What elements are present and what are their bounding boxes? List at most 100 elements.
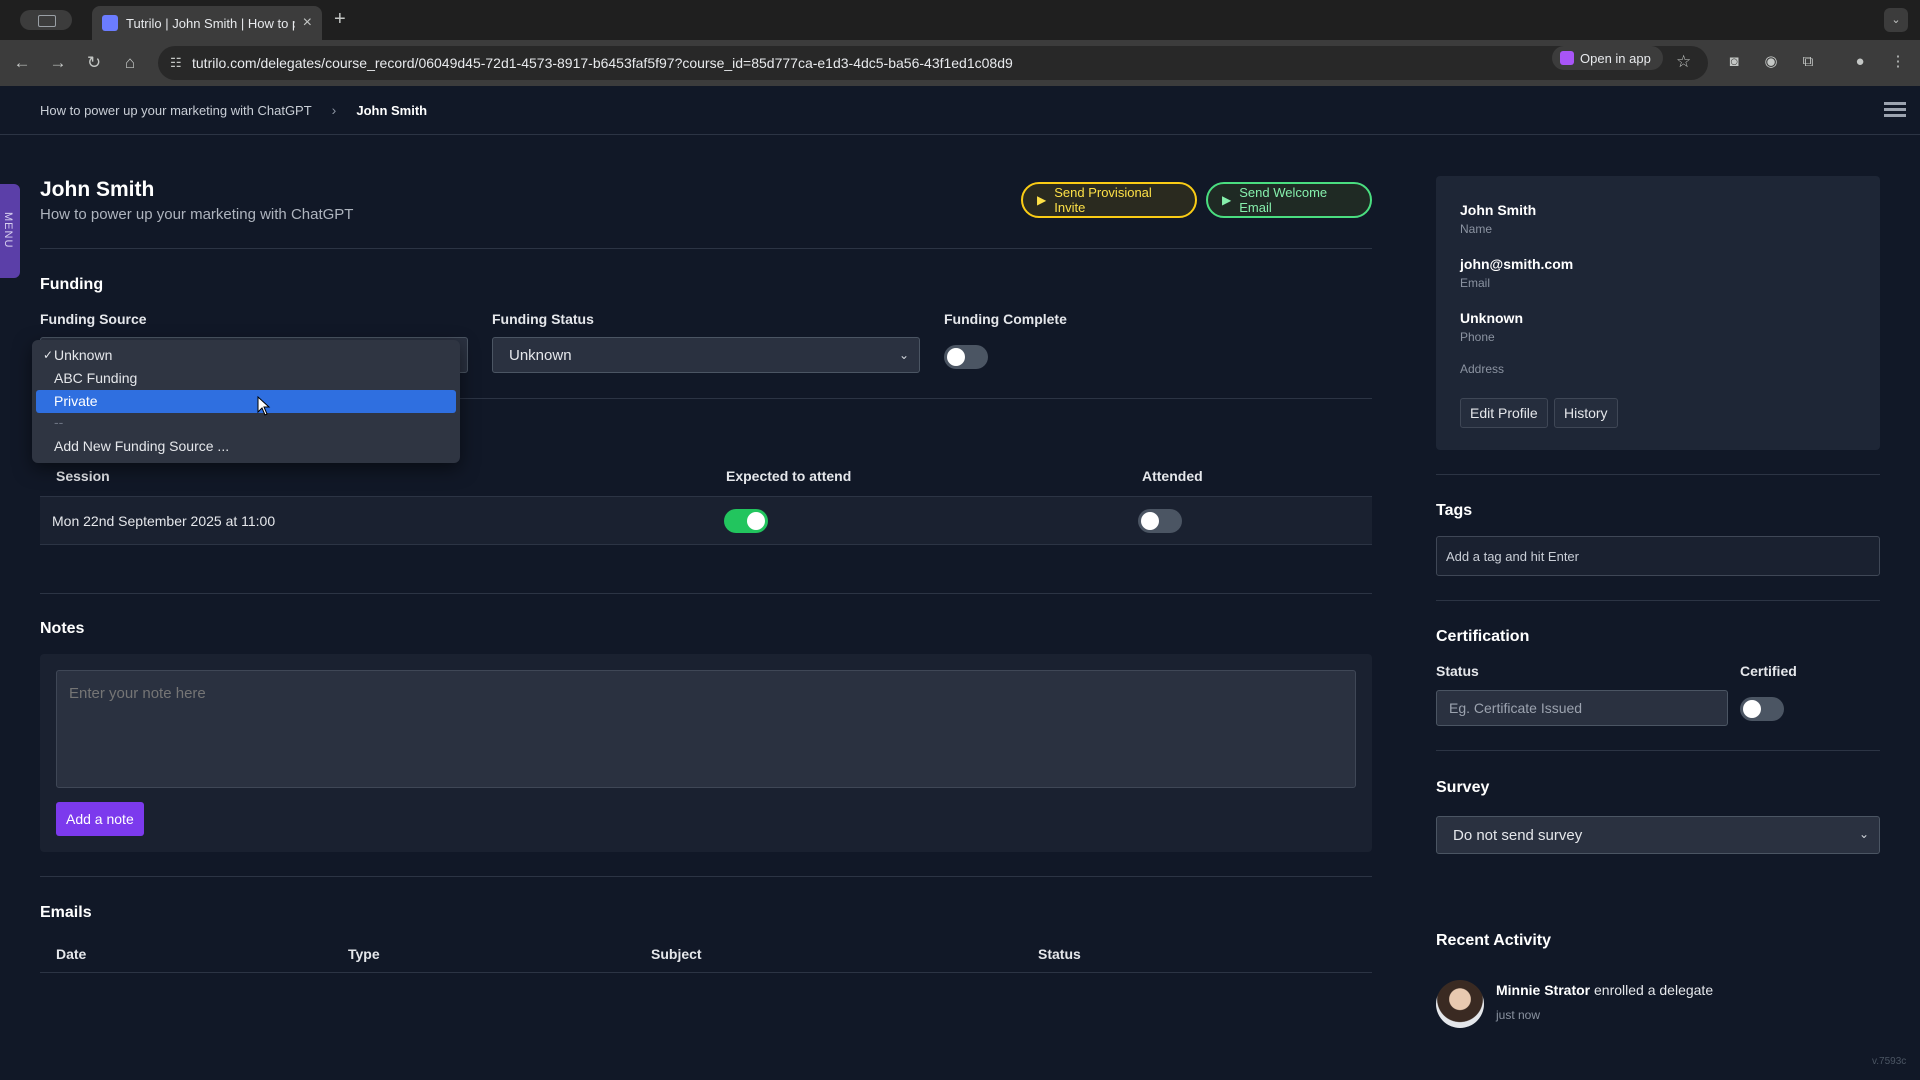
funding-title: Funding — [40, 276, 104, 293]
tab-title: Tutrilo | John Smith | How to p — [126, 15, 295, 31]
side-menu-tab[interactable]: MENU — [0, 184, 20, 278]
close-tab-icon[interactable]: × — [303, 14, 312, 32]
section-divider — [1436, 750, 1880, 751]
play-icon: ▶ — [1037, 193, 1047, 207]
chevron-down-icon: ⌄ — [1858, 827, 1869, 841]
section-divider — [40, 593, 1372, 594]
session-column-header: Session — [56, 468, 110, 484]
dropdown-separator: -- — [54, 414, 64, 430]
funding-status-select[interactable]: Unknown ⌄ — [492, 337, 920, 373]
forward-arrow-icon[interactable]: → — [46, 51, 70, 75]
certification-status-input[interactable]: Eg. Certificate Issued — [1436, 690, 1728, 726]
bookmark-star-icon[interactable]: ☆ — [1676, 52, 1691, 72]
open-in-app-label: Open in app — [1580, 50, 1651, 66]
profile-name-label: Name — [1460, 222, 1493, 236]
site-info-icon[interactable]: ☷ — [170, 55, 186, 71]
activity-action: enrolled a delegate — [1594, 982, 1714, 998]
attended-column-header: Attended — [1142, 468, 1203, 484]
emails-table-divider — [40, 972, 1372, 973]
reload-icon[interactable]: ↻ — [82, 51, 106, 75]
breadcrumb-separator-icon: › — [331, 102, 337, 118]
address-bar[interactable]: ☷ tutrilo.com/delegates/course_record/06… — [158, 46, 1708, 80]
camera-extension-icon[interactable]: ◙ — [1724, 52, 1744, 72]
dropdown-option-unknown[interactable]: ✓ Unknown — [36, 344, 456, 367]
page-title: John Smith — [40, 178, 155, 201]
email-subject-column-header: Subject — [651, 946, 702, 962]
profile-card: John Smith Name john@smith.com Email Unk… — [1436, 176, 1880, 450]
new-tab-icon[interactable]: + — [334, 8, 346, 31]
breadcrumb-course-link[interactable]: How to power up your marketing with Chat… — [40, 103, 312, 118]
activity-time: just now — [1496, 1008, 1541, 1022]
email-date-column-header: Date — [56, 946, 87, 962]
dropdown-option-abc-funding[interactable]: ABC Funding — [36, 367, 456, 390]
note-textarea[interactable] — [56, 670, 1356, 788]
survey-select[interactable]: Do not send survey ⌄ — [1436, 816, 1880, 854]
send-welcome-email-label: Send Welcome Email — [1239, 185, 1328, 215]
home-icon[interactable]: ⌂ — [118, 51, 142, 75]
section-divider — [1436, 600, 1880, 601]
emails-title: Emails — [40, 904, 92, 921]
session-date: Mon 22nd September 2025 at 11:00 — [52, 513, 276, 529]
breadcrumb: How to power up your marketing with Chat… — [40, 102, 427, 118]
back-arrow-icon[interactable]: ← — [10, 51, 34, 75]
header-divider — [0, 134, 1920, 135]
profile-name: John Smith — [1460, 202, 1537, 218]
section-divider — [40, 876, 1372, 877]
extension-icon[interactable]: ◉ — [1761, 52, 1781, 72]
notes-card: Add a note — [40, 654, 1372, 852]
profile-email: john@smith.com — [1460, 256, 1574, 272]
tab-groups-button[interactable] — [20, 10, 72, 30]
profile-phone: Unknown — [1460, 310, 1523, 326]
avatar — [1436, 980, 1484, 1028]
notes-title: Notes — [40, 620, 85, 637]
tag-input[interactable]: Add a tag and hit Enter — [1436, 536, 1880, 576]
activity-user[interactable]: Minnie Strator — [1496, 982, 1590, 998]
email-type-column-header: Type — [348, 946, 380, 962]
funding-complete-toggle[interactable] — [944, 345, 988, 369]
history-button[interactable]: History — [1554, 398, 1618, 428]
funding-complete-label: Funding Complete — [944, 311, 1067, 327]
hamburger-menu-icon[interactable] — [1884, 102, 1906, 118]
tutrilo-favicon-icon — [102, 15, 118, 31]
funding-source-dropdown: ✓ Unknown ABC Funding Private -- Add New… — [32, 340, 460, 463]
profile-phone-label: Phone — [1460, 330, 1495, 344]
option-label: Unknown — [54, 347, 113, 363]
send-provisional-invite-label: Send Provisional Invite — [1054, 185, 1152, 215]
profile-address-label: Address — [1460, 362, 1505, 376]
send-provisional-invite-button[interactable]: ▶ Send Provisional Invite — [1021, 182, 1197, 218]
chevron-down-icon: ⌄ — [898, 348, 909, 362]
dropdown-option-add-new-funding-source[interactable]: Add New Funding Source ... — [36, 435, 456, 458]
funding-status-label: Funding Status — [492, 311, 594, 327]
expected-to-attend-toggle[interactable] — [724, 509, 768, 533]
edit-profile-button[interactable]: Edit Profile — [1460, 398, 1548, 428]
certification-title: Certification — [1436, 628, 1530, 645]
section-divider — [40, 248, 1372, 249]
side-menu-label: MENU — [2, 212, 14, 249]
mouse-pointer-icon — [257, 396, 271, 416]
app-icon — [1560, 51, 1574, 65]
url-text: tutrilo.com/delegates/course_record/0604… — [192, 55, 1013, 71]
certified-toggle[interactable] — [1740, 697, 1784, 721]
send-welcome-email-button[interactable]: ▶ Send Welcome Email — [1206, 182, 1372, 218]
profile-avatar-icon[interactable]: ● — [1850, 52, 1870, 72]
certification-status-label: Status — [1436, 663, 1479, 679]
browser-menu-icon[interactable]: ⋮ — [1888, 52, 1908, 72]
add-note-button[interactable]: Add a note — [56, 802, 144, 836]
browser-tab[interactable]: Tutrilo | John Smith | How to p × — [92, 6, 322, 40]
certified-label: Certified — [1740, 663, 1797, 679]
profile-email-label: Email — [1460, 276, 1491, 290]
breadcrumb-current: John Smith — [356, 102, 428, 118]
dropdown-option-private[interactable]: Private — [36, 390, 456, 413]
attended-toggle[interactable] — [1138, 509, 1182, 533]
open-in-app-button[interactable]: Open in app — [1552, 46, 1663, 70]
extensions-puzzle-icon[interactable]: ⧉ — [1798, 52, 1818, 72]
browser-tab-bar: Tutrilo | John Smith | How to p × + ⌄ — [0, 0, 1920, 40]
recent-activity-title: Recent Activity — [1436, 932, 1551, 949]
activity-text: Minnie Strator enrolled a delegate — [1496, 982, 1713, 998]
tab-search-chevron-icon[interactable]: ⌄ — [1884, 8, 1908, 32]
checkmark-icon: ✓ — [43, 348, 54, 362]
page-subtitle: How to power up your marketing with Chat… — [40, 206, 354, 223]
table-row: Mon 22nd September 2025 at 11:00 — [40, 496, 1372, 545]
funding-status-value: Unknown — [509, 346, 572, 364]
expected-column-header: Expected to attend — [726, 468, 852, 484]
